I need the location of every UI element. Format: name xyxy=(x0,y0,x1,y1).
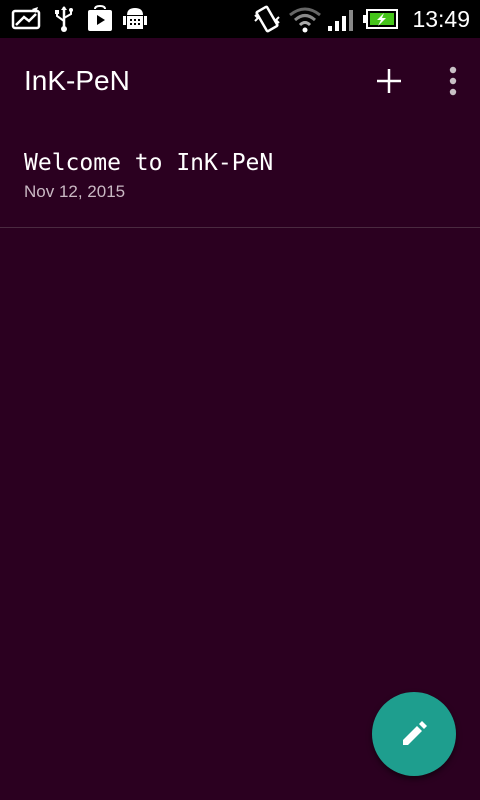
add-icon xyxy=(377,69,401,93)
image-icon xyxy=(11,7,41,30)
play-store-icon xyxy=(88,5,112,31)
overflow-menu-icon xyxy=(449,66,457,96)
edit-icon xyxy=(403,721,427,745)
app-title: InK-PeN xyxy=(24,65,130,96)
vibrate-icon xyxy=(254,5,280,33)
wifi-icon xyxy=(289,7,321,33)
app-bar: InK-PeN xyxy=(0,38,480,124)
status-bar: 13:49 xyxy=(0,0,480,38)
battery-charging-icon xyxy=(363,9,398,29)
new-note-fab[interactable] xyxy=(372,692,456,776)
note-list-item[interactable]: Welcome to InK-PeN Nov 12, 2015 xyxy=(0,124,480,228)
add-button[interactable] xyxy=(366,58,412,104)
status-time: 13:49 xyxy=(412,6,470,32)
signal-icon xyxy=(328,10,353,31)
note-title: Welcome to InK-PeN xyxy=(24,150,274,176)
overflow-menu-button[interactable] xyxy=(436,58,470,104)
app-screen: 13:49 InK-PeN Welcome to InK-PeN Nov 12,… xyxy=(0,0,480,800)
note-date: Nov 12, 2015 xyxy=(24,182,126,201)
android-debug-icon xyxy=(123,8,147,29)
usb-icon xyxy=(55,6,73,32)
